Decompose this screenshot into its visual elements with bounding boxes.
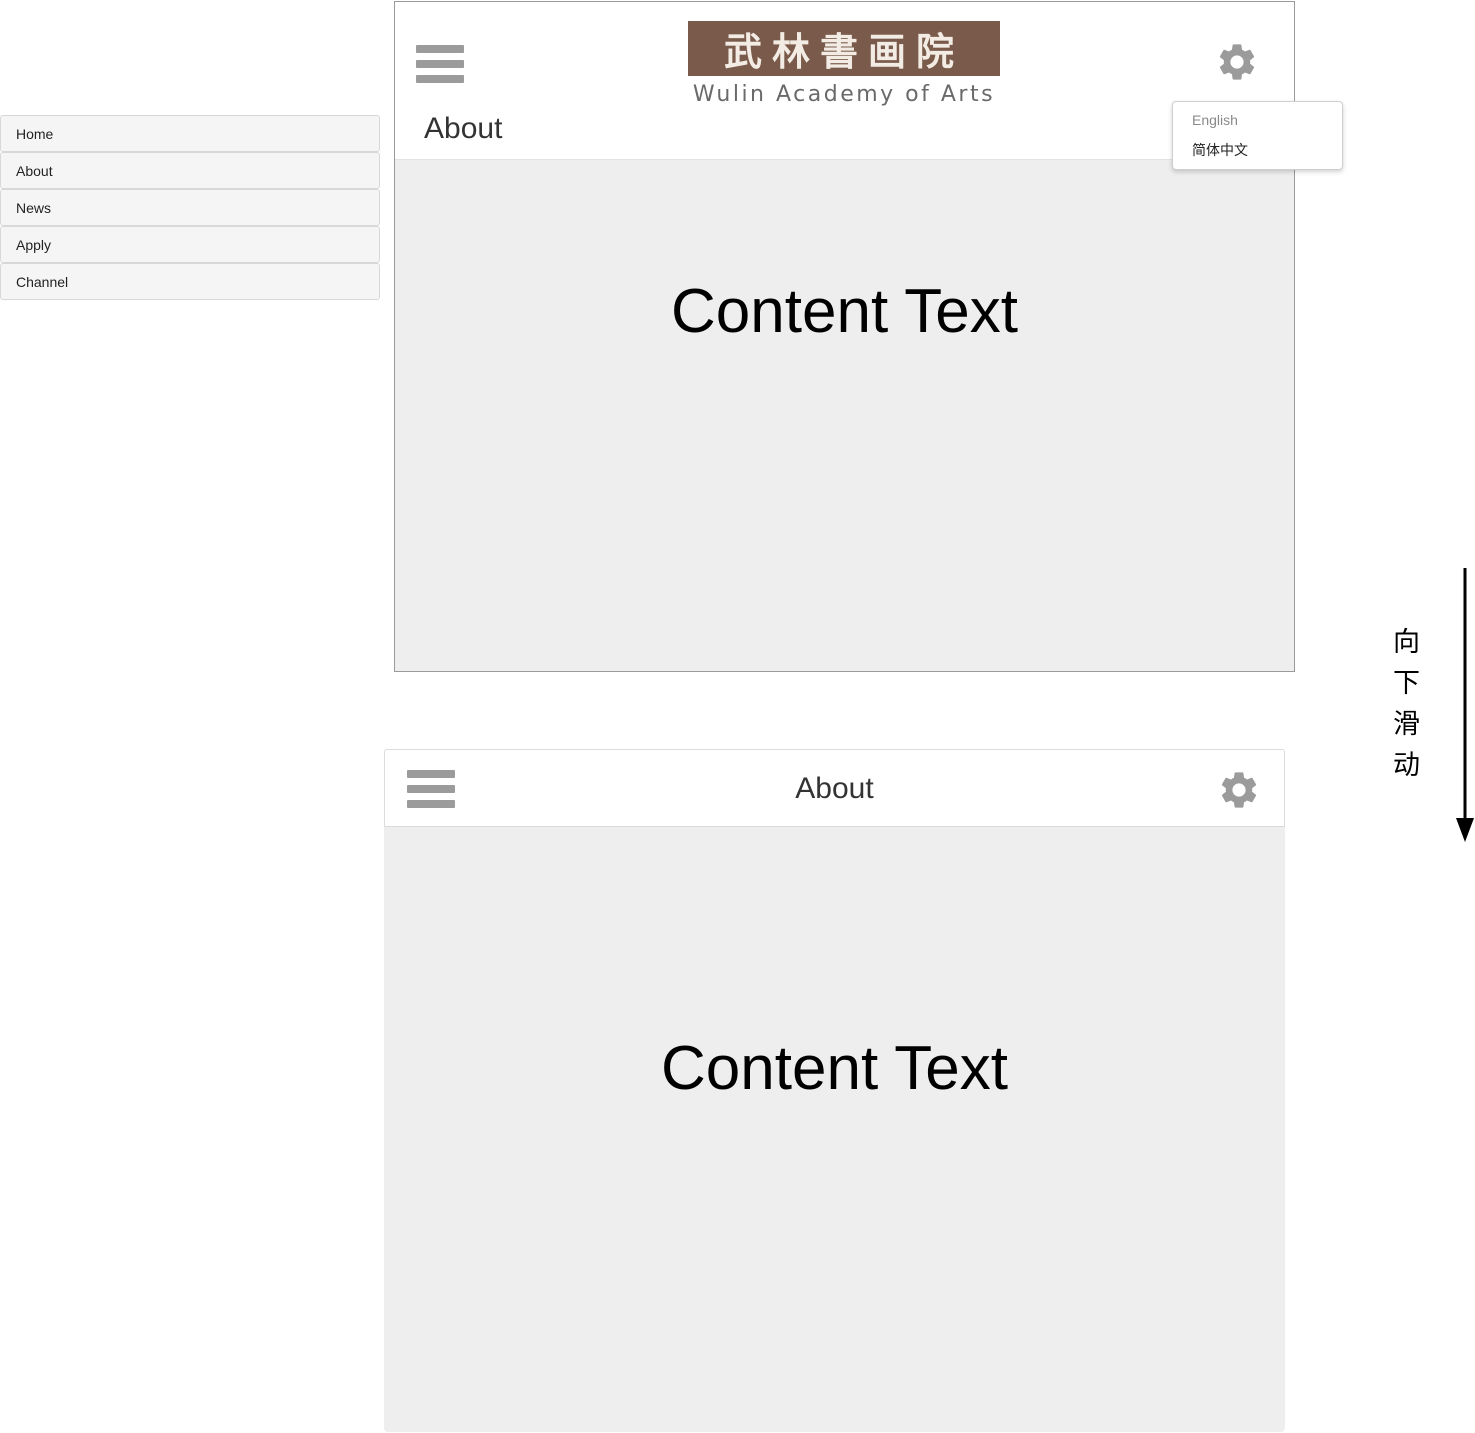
page-frame-scrolled: About Content Text — [384, 749, 1285, 1433]
page-title: About — [424, 112, 503, 145]
logo-chinese: 武林書画院 — [688, 21, 1000, 76]
page-frame-initial: 武林書画院 Wulin Academy of Arts About Conten… — [394, 1, 1295, 672]
content-area: Content Text — [395, 160, 1294, 671]
annotation-char: 下 — [1393, 668, 1420, 699]
side-menu-item-apply[interactable]: Apply — [0, 226, 380, 263]
content-text: Content Text — [671, 277, 1018, 346]
content-text: Content Text — [661, 1034, 1008, 1103]
side-menu-item-label: Apply — [16, 236, 52, 253]
page-title: About — [795, 772, 874, 805]
language-dropdown: English 简体中文 — [1172, 101, 1343, 170]
content-area: Content Text — [384, 827, 1285, 1432]
side-menu: Home About News Apply Channel — [0, 115, 380, 300]
side-menu-item-news[interactable]: News — [0, 189, 380, 226]
annotation-char: 滑 — [1393, 709, 1420, 740]
side-menu-item-about[interactable]: About — [0, 152, 380, 189]
side-menu-item-label: Channel — [16, 273, 69, 290]
down-arrow-icon — [1456, 568, 1474, 842]
logo[interactable]: 武林書画院 Wulin Academy of Arts — [688, 21, 1000, 107]
annotation-char: 向 — [1393, 627, 1420, 658]
annotation-char: 动 — [1393, 750, 1420, 781]
side-menu-item-home[interactable]: Home — [0, 115, 380, 152]
gear-icon[interactable] — [1215, 40, 1259, 84]
language-option-english[interactable]: English — [1192, 112, 1238, 128]
side-menu-item-channel[interactable]: Channel — [0, 263, 380, 300]
side-menu-item-label: Home — [16, 125, 54, 142]
gear-icon[interactable] — [1217, 768, 1261, 812]
header-expanded: 武林書画院 Wulin Academy of Arts About — [395, 2, 1294, 160]
side-menu-item-label: News — [16, 199, 52, 216]
logo-english: Wulin Academy of Arts — [692, 82, 996, 107]
hamburger-menu-icon[interactable] — [416, 45, 464, 83]
language-option-simplified-chinese[interactable]: 简体中文 — [1192, 140, 1248, 160]
side-menu-item-label: About — [16, 162, 53, 179]
scroll-down-annotation: 向 下 滑 动 — [1393, 622, 1423, 786]
header-collapsed: About — [384, 749, 1285, 827]
